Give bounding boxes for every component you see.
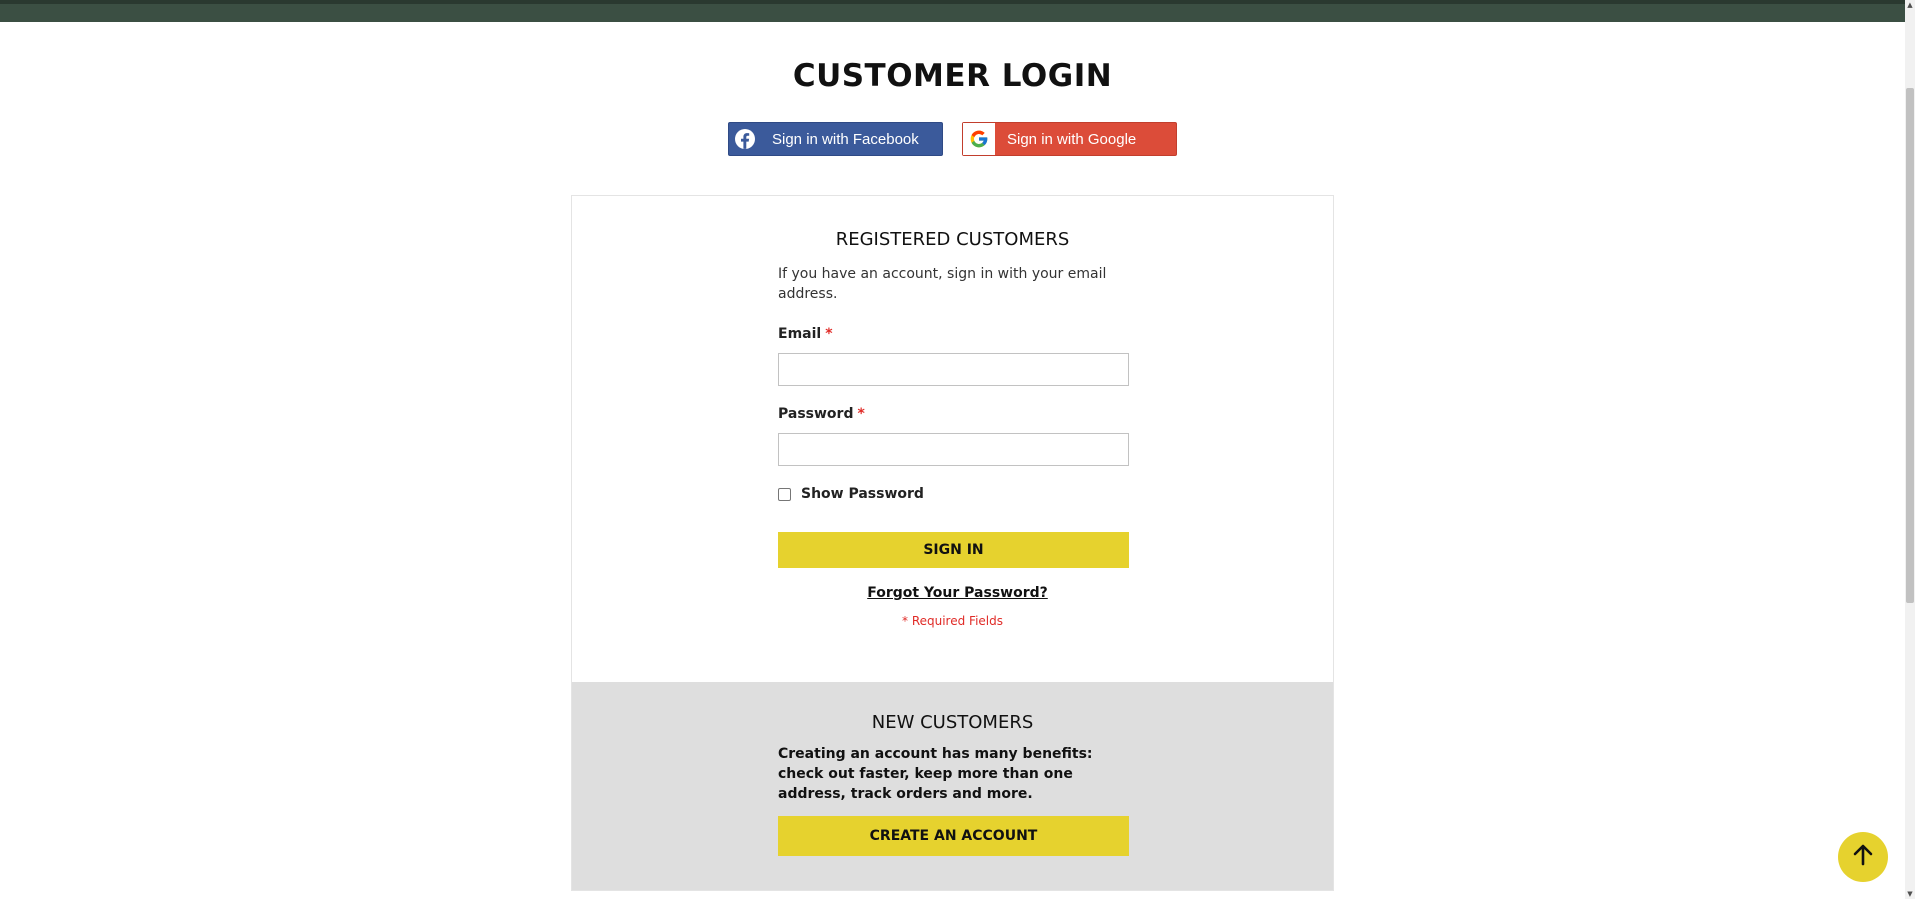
required-fields-note: * Required Fields xyxy=(902,614,1003,628)
email-field[interactable] xyxy=(778,353,1129,386)
required-asterisk: * xyxy=(825,326,833,342)
forgot-password-link[interactable]: Forgot Your Password? xyxy=(572,585,1333,601)
required-asterisk: * xyxy=(857,406,865,422)
sign-in-label: SIGN IN xyxy=(923,542,984,558)
email-label: Email * xyxy=(778,326,833,342)
password-label: Password * xyxy=(778,406,865,422)
show-password-toggle[interactable]: Show Password xyxy=(778,486,924,502)
scroll-to-top-button[interactable] xyxy=(1838,832,1888,882)
show-password-checkbox[interactable] xyxy=(778,487,791,501)
registered-customers-heading: REGISTERED CUSTOMERS xyxy=(835,229,1070,250)
email-label-text: Email xyxy=(778,326,822,342)
login-panel: REGISTERED CUSTOMERS If you have an acco… xyxy=(571,195,1334,891)
new-customers-section: NEW CUSTOMERS Creating an account has ma… xyxy=(572,682,1333,890)
page-title: CUSTOMER LOGIN xyxy=(792,58,1113,94)
new-customers-heading: NEW CUSTOMERS xyxy=(871,712,1034,733)
scroll-down-arrow-icon[interactable]: ▼ xyxy=(1906,889,1914,899)
create-account-button[interactable]: CREATE AN ACCOUNT xyxy=(778,816,1129,856)
registered-intro-text: If you have an account, sign in with you… xyxy=(778,266,1107,302)
vertical-scrollbar[interactable]: ▲ ▼ xyxy=(1905,0,1915,899)
create-account-label: CREATE AN ACCOUNT xyxy=(869,828,1038,844)
arrow-up-icon xyxy=(1853,844,1873,870)
show-password-label: Show Password xyxy=(801,486,924,502)
scrollbar-thumb[interactable] xyxy=(1906,88,1914,603)
google-signin-button[interactable]: Sign in with Google xyxy=(962,122,1177,156)
facebook-signin-label: Sign in with Facebook xyxy=(772,130,919,148)
new-customers-text: Creating an account has many benefits: c… xyxy=(778,746,1093,802)
password-label-text: Password xyxy=(778,406,854,422)
facebook-icon xyxy=(729,123,761,155)
sign-in-button[interactable]: SIGN IN xyxy=(778,532,1129,568)
top-bar xyxy=(0,0,1915,22)
facebook-signin-button[interactable]: Sign in with Facebook xyxy=(728,122,943,156)
password-field[interactable] xyxy=(778,433,1129,466)
google-signin-label: Sign in with Google xyxy=(1007,130,1137,148)
scroll-up-arrow-icon[interactable]: ▲ xyxy=(1906,0,1914,10)
google-icon xyxy=(963,123,996,155)
